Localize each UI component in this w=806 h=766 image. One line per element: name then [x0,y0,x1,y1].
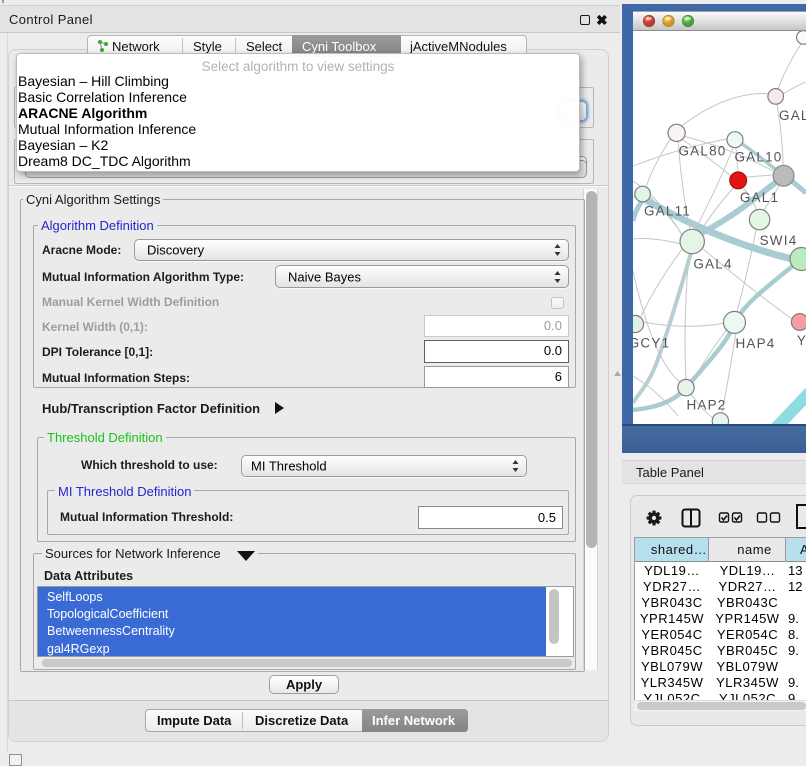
svg-text:SWI4: SWI4 [760,233,798,248]
svg-text:Y: Y [797,333,806,348]
svg-text:GAL11: GAL11 [644,204,691,219]
svg-text:GAL80: GAL80 [678,144,726,159]
svg-text:HAP2: HAP2 [686,398,726,413]
svg-text:GAL: GAL [779,108,806,123]
svg-text:HAP4: HAP4 [735,336,775,351]
svg-text:GAL1: GAL1 [740,190,779,205]
svg-text:GCY1: GCY1 [633,336,670,351]
svg-text:GAL10: GAL10 [734,150,782,165]
svg-text:GAL4: GAL4 [693,257,732,272]
